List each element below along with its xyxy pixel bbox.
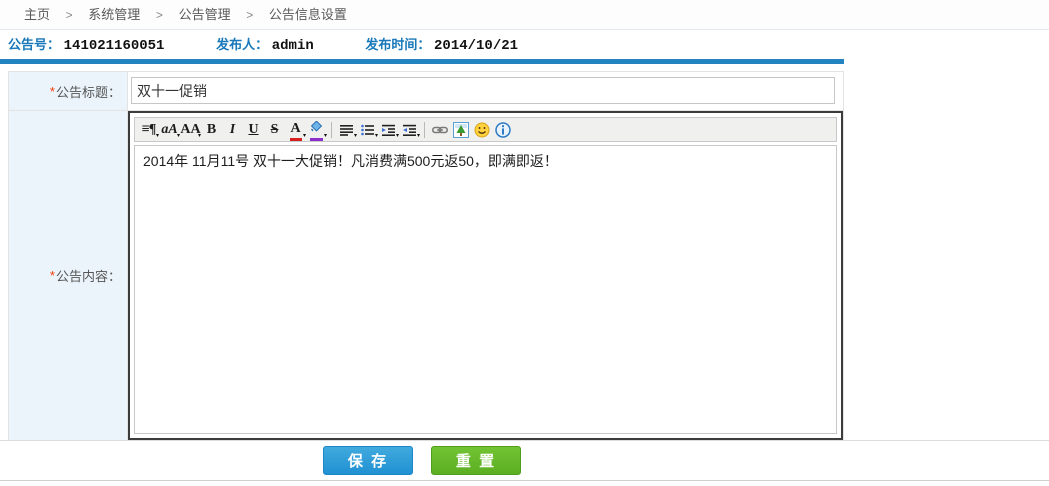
dropdown-caret-icon: ▾ — [417, 133, 420, 139]
indent-icon[interactable]: ▾ — [378, 119, 399, 140]
dropdown-caret-icon: ▾ — [324, 133, 327, 139]
title-label-cell: * 公告标题： — [9, 72, 128, 110]
title-row: * 公告标题： — [9, 72, 843, 110]
publish-time-value: 2014/10/21 — [434, 38, 518, 54]
announcement-number-value: 141021160051 — [64, 38, 165, 54]
toolbar-separator — [331, 122, 332, 138]
buttons-wrap: 保 存 重 置 — [0, 441, 844, 480]
paragraph-format-icon[interactable]: ≡¶ ▾ — [138, 119, 159, 140]
outdent-icon[interactable]: ▾ — [399, 119, 420, 140]
link-icon[interactable] — [429, 119, 450, 140]
smiley-icon[interactable] — [471, 119, 492, 140]
announcement-info-bar: 公告号： 141021160051 发布人： admin 发布时间： 2014/… — [0, 30, 1049, 59]
announcement-number-label: 公告号： — [8, 37, 60, 52]
title-label: 公告标题： — [56, 82, 121, 101]
breadcrumb-item-announcement-info-settings: 公告信息设置 — [269, 7, 347, 22]
strikethrough-icon[interactable]: S — [264, 119, 285, 140]
title-value-cell — [128, 72, 843, 110]
font-size-icon[interactable]: AA ▾ — [180, 119, 201, 140]
publish-time-field: 发布时间： 2014/10/21 — [365, 30, 518, 61]
required-mark: * — [50, 84, 55, 99]
editor-content-area[interactable]: 2014年 11月11号 双十一大促销！凡消费满500元返50，即满即返！ — [134, 145, 837, 434]
breadcrumb: 主页 > 系统管理 > 公告管理 > 公告信息设置 — [0, 0, 1049, 30]
font-family-icon[interactable]: aA ▾ — [159, 119, 180, 140]
list-icon[interactable]: ▾ — [357, 119, 378, 140]
publisher-value: admin — [272, 38, 314, 54]
announcement-title-input[interactable] — [131, 77, 835, 104]
toolbar-separator — [424, 122, 425, 138]
align-icon[interactable]: ▾ — [336, 119, 357, 140]
breadcrumb-item-system-management[interactable]: 系统管理 — [88, 7, 140, 22]
button-bar: 保 存 重 置 — [0, 440, 1049, 480]
breadcrumb-item-announcement-management[interactable]: 公告管理 — [179, 7, 231, 22]
content-label: 公告内容： — [56, 266, 121, 285]
page: 主页 > 系统管理 > 公告管理 > 公告信息设置 公告号： 141021160… — [0, 0, 1049, 485]
breadcrumb-separator: > — [246, 8, 253, 22]
reset-button[interactable]: 重 置 — [431, 446, 521, 475]
rich-text-editor: ≡¶ ▾ aA ▾ AA ▾ B I U — [128, 111, 843, 440]
italic-icon[interactable]: I — [222, 119, 243, 140]
content-row: * 公告内容： ≡¶ ▾ aA ▾ AA — [9, 110, 843, 440]
announcement-content-text: 2014年 11月11号 双十一大促销！凡消费满500元返50，即满即返！ — [143, 153, 558, 169]
underline-icon[interactable]: U — [243, 119, 264, 140]
publisher-label: 发布人： — [216, 37, 268, 52]
publish-time-label: 发布时间： — [365, 37, 430, 52]
image-icon[interactable] — [450, 119, 471, 140]
publisher-field: 发布人： admin — [216, 30, 314, 61]
save-button[interactable]: 保 存 — [323, 446, 413, 475]
background-color-icon[interactable]: ▾ — [306, 119, 327, 140]
content-label-cell: * 公告内容： — [9, 111, 128, 440]
breadcrumb-separator: > — [156, 8, 163, 22]
required-mark: * — [50, 268, 55, 283]
page-bottom-divider — [0, 480, 1049, 485]
bold-icon[interactable]: B — [201, 119, 222, 140]
breadcrumb-separator: > — [66, 8, 73, 22]
breadcrumb-item-home[interactable]: 主页 — [24, 7, 50, 22]
info-icon[interactable] — [492, 119, 513, 140]
editor-toolbar: ≡¶ ▾ aA ▾ AA ▾ B I U — [134, 117, 837, 142]
announcement-number-field: 公告号： 141021160051 — [8, 30, 164, 61]
editor-cell: ≡¶ ▾ aA ▾ AA ▾ B I U — [128, 111, 843, 440]
font-color-icon[interactable]: A ▾ — [285, 119, 306, 140]
announcement-form: * 公告标题： * 公告内容： ≡¶ ▾ — [8, 71, 844, 440]
